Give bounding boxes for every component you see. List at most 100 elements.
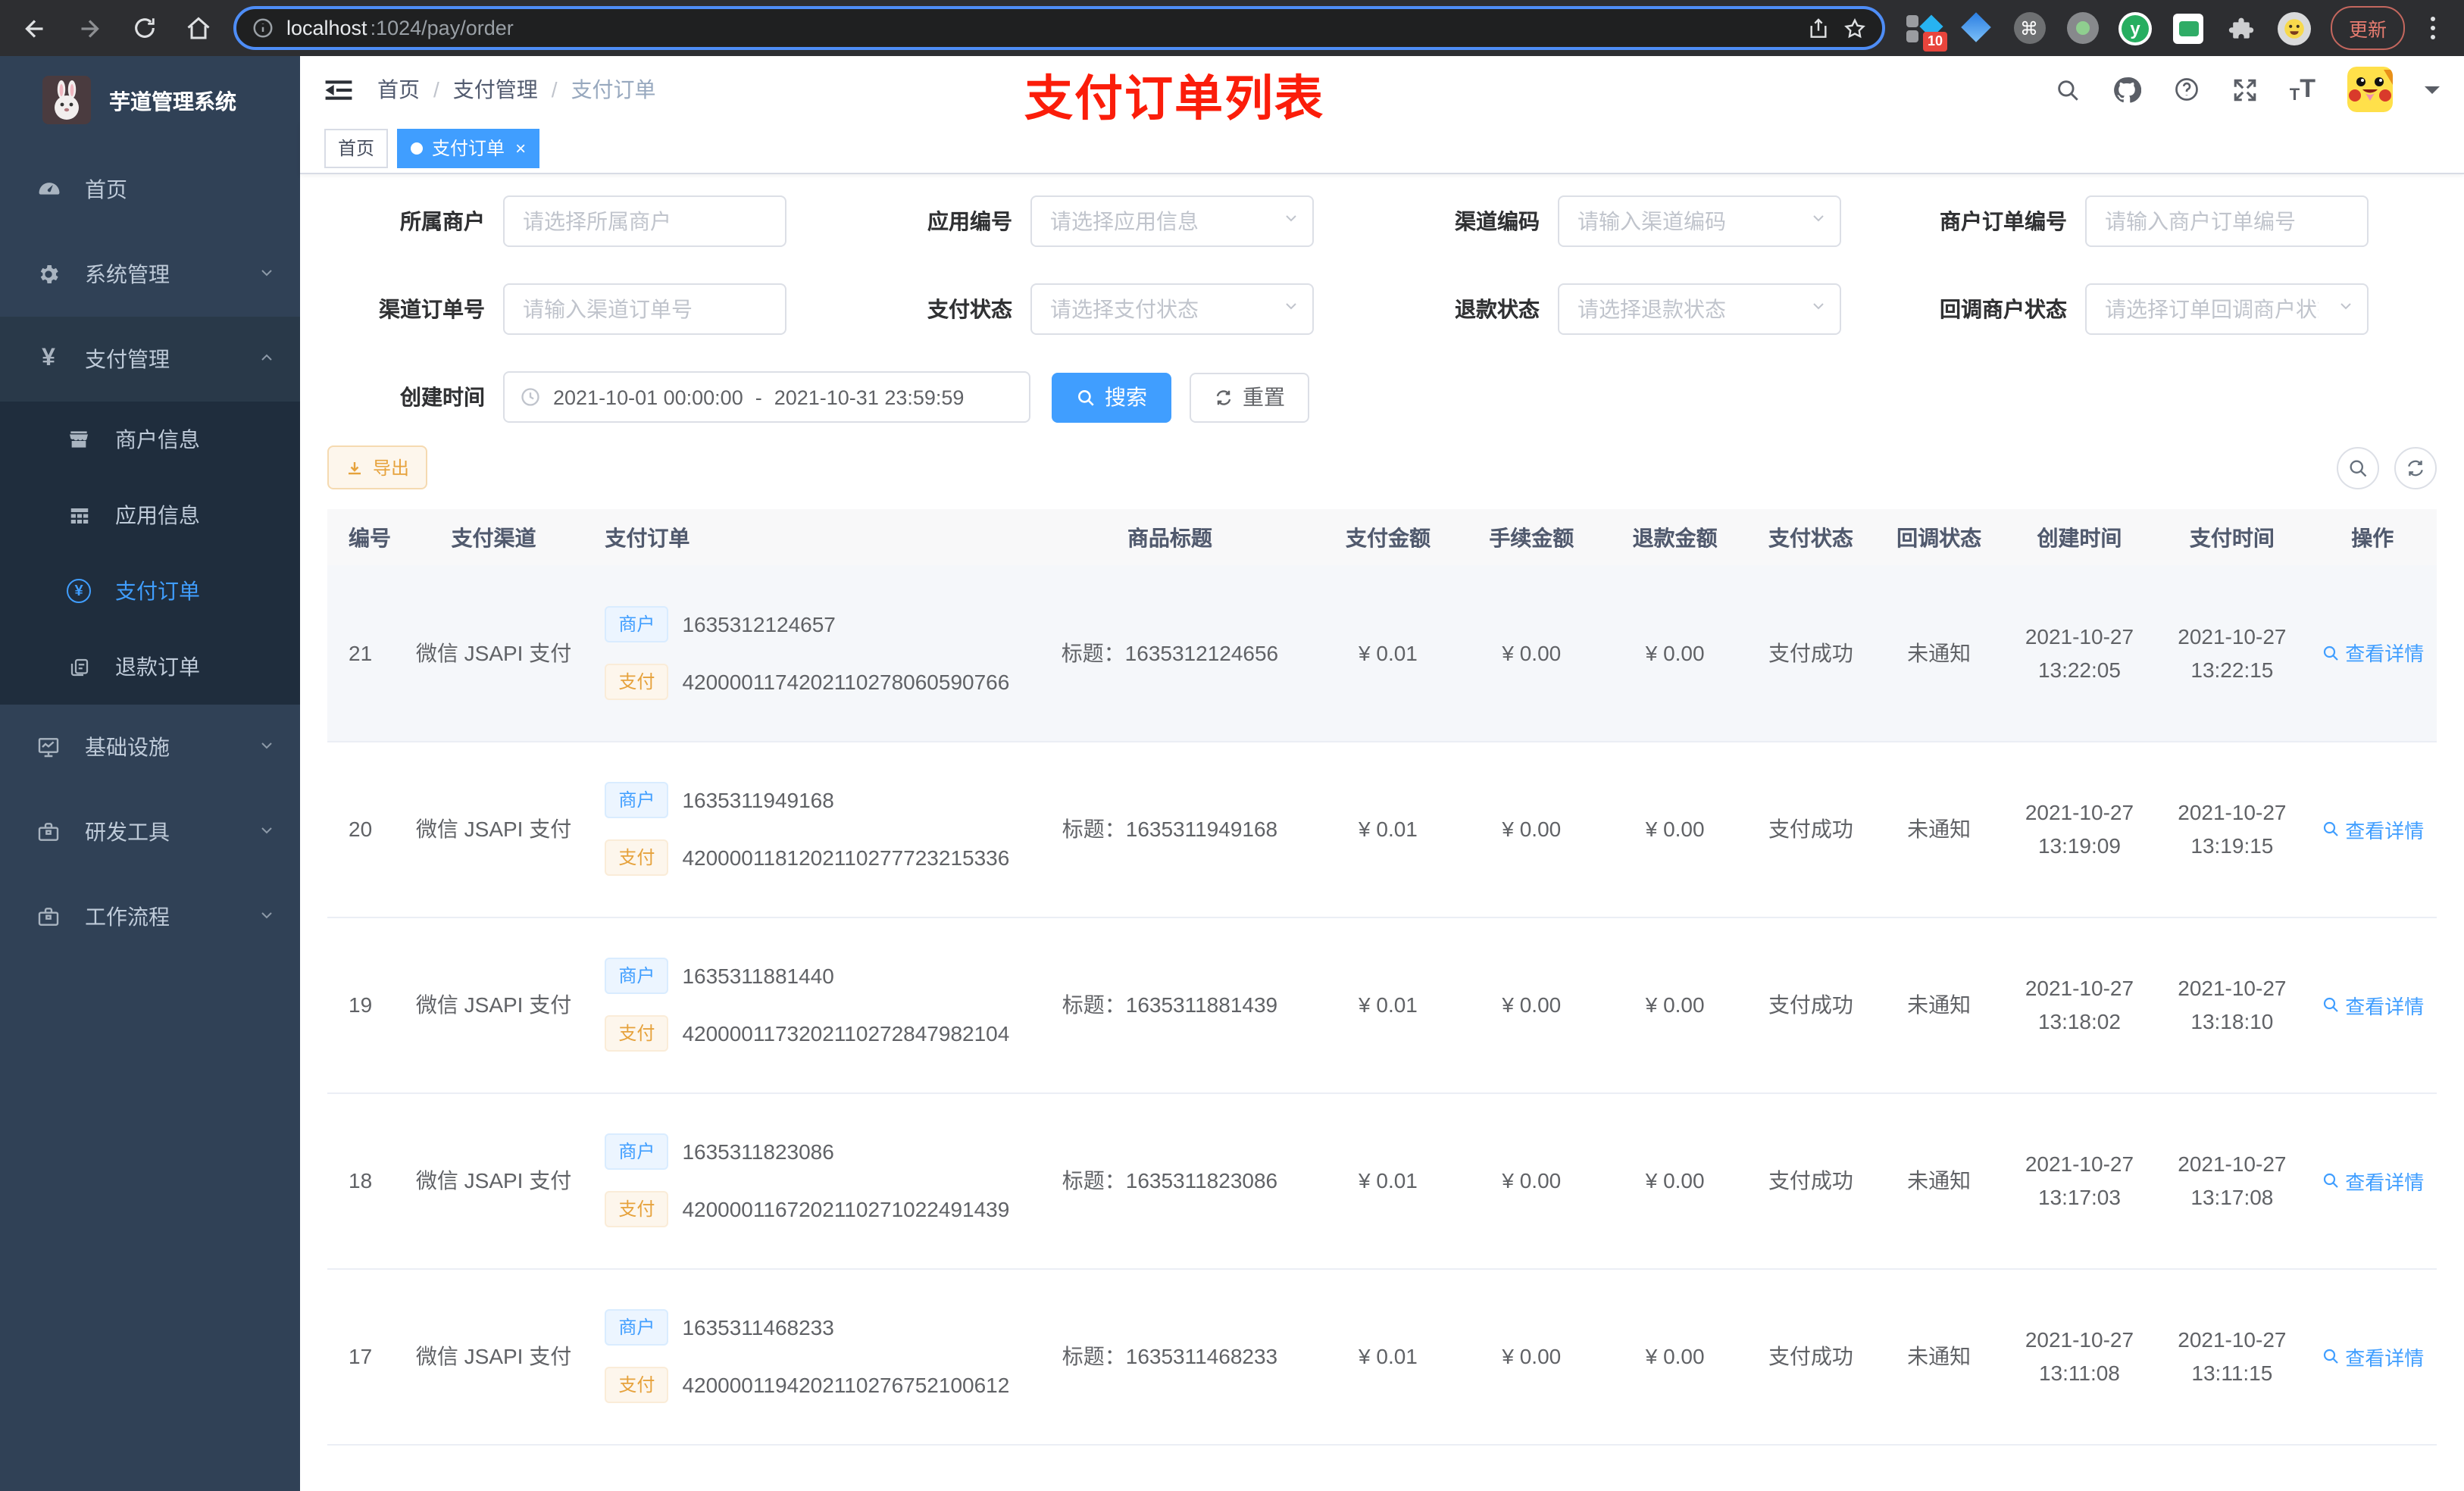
refresh-table-button[interactable] xyxy=(2394,446,2437,489)
extension-command-icon[interactable]: ⌘ xyxy=(2012,11,2046,45)
date-range-picker[interactable]: 2021-10-01 00:00:00 - 2021-10-31 23:59:5… xyxy=(503,371,1030,423)
cell-paid: 2021-10-27 13:17:08 xyxy=(2156,1092,2309,1269)
date-start[interactable]: 2021-10-01 00:00:00 xyxy=(553,386,743,408)
channel-order-no-field[interactable] xyxy=(503,283,786,335)
reset-button[interactable]: 重置 xyxy=(1190,372,1309,422)
reload-icon[interactable] xyxy=(124,8,164,48)
pay-no: 4200001174202110278060590766 xyxy=(682,669,1010,694)
refund-status-select[interactable] xyxy=(1558,283,1841,335)
fullscreen-icon[interactable] xyxy=(2232,77,2258,102)
cell-title: 标题：1635312124656 xyxy=(1023,565,1317,742)
date-filter-row: 创建时间 2021-10-01 00:00:00 - 2021-10-31 23… xyxy=(327,371,2437,423)
browser-menu-icon[interactable] xyxy=(2425,17,2441,39)
font-size-icon[interactable]: TT xyxy=(2290,74,2315,105)
browser-update-button[interactable]: 更新 xyxy=(2331,6,2406,50)
breadcrumb-home[interactable]: 首页 xyxy=(377,74,420,105)
notify-status-input[interactable] xyxy=(2087,285,2337,333)
github-icon[interactable] xyxy=(2112,75,2141,104)
app-select-input[interactable] xyxy=(1032,197,1282,245)
col-status: 支付状态 xyxy=(1746,509,1875,565)
channel-code-input[interactable] xyxy=(1559,197,1809,245)
cell-order: 商户 1635312124657 支付 4200001174202110278060… xyxy=(583,565,1024,742)
profile-emoji-icon[interactable] xyxy=(2278,11,2311,45)
caret-down-icon[interactable] xyxy=(2425,86,2440,101)
cell-created: 2021-10-27 13:22:05 xyxy=(2003,565,2156,742)
app-select[interactable] xyxy=(1030,195,1314,247)
sidebar-item-system[interactable]: 系统管理 xyxy=(0,232,300,317)
extensions-puzzle-icon[interactable] xyxy=(2225,11,2258,45)
sidebar-item-pay-order[interactable]: ¥ 支付订单 xyxy=(0,553,300,629)
merchant-select[interactable] xyxy=(503,195,786,247)
cell-created: 2021-10-27 13:18:02 xyxy=(2003,917,2156,1093)
merchant-select-input[interactable] xyxy=(505,197,773,245)
notify-status-select[interactable] xyxy=(2085,283,2369,335)
url-bar[interactable]: localhost:1024/pay/order xyxy=(233,6,1885,50)
cell-channel: 微信 JSAPI 支付 xyxy=(403,1268,584,1445)
sidebar-item-merchant-info[interactable]: 商户信息 xyxy=(0,402,300,477)
url-host[interactable]: localhost xyxy=(286,17,367,39)
view-detail-link[interactable]: 查看详情 xyxy=(2321,1166,2424,1195)
cell-status: 支付成功 xyxy=(1746,565,1875,742)
refund-status-input[interactable] xyxy=(1559,285,1809,333)
date-end[interactable]: 2021-10-31 23:59:59 xyxy=(774,386,965,408)
sidebar-item-home[interactable]: 首页 xyxy=(0,147,300,232)
search-button[interactable]: 搜索 xyxy=(1052,372,1171,422)
home-icon[interactable] xyxy=(179,8,218,48)
url-path[interactable]: :1024/pay/order xyxy=(371,17,514,39)
share-icon[interactable] xyxy=(1806,16,1831,40)
site-info-icon[interactable] xyxy=(252,17,274,39)
bookmark-star-icon[interactable] xyxy=(1843,16,1867,40)
show-search-button[interactable] xyxy=(2337,446,2379,489)
forward-icon[interactable] xyxy=(70,8,109,48)
extension-kite-icon[interactable] xyxy=(1959,11,1993,45)
merchant-order-no-input[interactable] xyxy=(2087,197,2355,245)
merchant-tag: 商户 xyxy=(605,958,669,994)
sidebar-logo[interactable]: 芋道管理系统 xyxy=(0,56,300,147)
sidebar-item-refund-order[interactable]: 退款订单 xyxy=(0,629,300,705)
view-detail-link[interactable]: 查看详情 xyxy=(2321,990,2424,1019)
view-detail-link[interactable]: 查看详情 xyxy=(2321,639,2424,667)
merchant-order-no-field[interactable] xyxy=(2085,195,2369,247)
view-detail-link[interactable]: 查看详情 xyxy=(2321,814,2424,843)
header-search-icon[interactable] xyxy=(2055,77,2081,102)
avatar[interactable] xyxy=(2347,67,2393,112)
search-icon xyxy=(1078,389,1094,405)
chevron-down-icon xyxy=(258,820,276,844)
pay-status-input[interactable] xyxy=(1032,285,1282,333)
pay-status-select[interactable] xyxy=(1030,283,1314,335)
help-icon[interactable] xyxy=(2173,76,2200,103)
cell-fee: ¥ 0.00 xyxy=(1459,741,1603,917)
col-order: 支付订单 xyxy=(583,509,1024,565)
sidebar-item-workflow[interactable]: 工作流程 xyxy=(0,874,300,959)
col-amount: 支付金额 xyxy=(1316,509,1460,565)
sidebar-item-label: 商户信息 xyxy=(115,427,200,452)
view-detail-link[interactable]: 查看详情 xyxy=(2321,1342,2424,1371)
filter-field-channel-code: 渠道编码 xyxy=(1382,195,1909,247)
extension-tabs-icon[interactable]: 10 xyxy=(1906,11,1947,51)
cell-created: 2021-10-27 13:17:03 xyxy=(2003,1092,2156,1269)
sidebar-item-infrastructure[interactable]: 基础设施 xyxy=(0,705,300,789)
extension-dot-icon[interactable] xyxy=(2065,11,2099,45)
sidebar-collapse-icon[interactable] xyxy=(324,77,353,102)
tab-home[interactable]: 首页 xyxy=(324,128,389,167)
export-button[interactable]: 导出 xyxy=(327,445,428,489)
cell-paid: 2021-10-27 13:18:10 xyxy=(2156,917,2309,1093)
tab-pay-order[interactable]: 支付订单 × xyxy=(397,128,540,167)
back-icon[interactable] xyxy=(15,8,55,48)
cell-id: 19 xyxy=(327,917,404,1093)
breadcrumb: 首页 / 支付管理 / 支付订单 xyxy=(377,74,656,105)
sidebar-item-dev-tools[interactable]: 研发工具 xyxy=(0,789,300,874)
cell-amount: ¥ 0.01 xyxy=(1316,565,1460,742)
extension-y-icon[interactable]: y xyxy=(2118,11,2152,45)
sidebar-item-app-info[interactable]: 应用信息 xyxy=(0,477,300,553)
sidebar-item-payment[interactable]: ¥ 支付管理 xyxy=(0,317,300,402)
filter-label: 应用编号 xyxy=(927,209,1012,233)
cell-action: 查看详情 xyxy=(2308,565,2437,742)
close-icon[interactable]: × xyxy=(515,137,526,158)
yen-circle-icon: ¥ xyxy=(64,579,94,603)
extension-chat-icon[interactable] xyxy=(2172,11,2205,45)
channel-code-select[interactable] xyxy=(1558,195,1841,247)
pay-no: 4200001173202110272847982104 xyxy=(682,1021,1010,1046)
channel-order-no-input[interactable] xyxy=(505,285,773,333)
breadcrumb-payment[interactable]: 支付管理 xyxy=(453,74,538,105)
